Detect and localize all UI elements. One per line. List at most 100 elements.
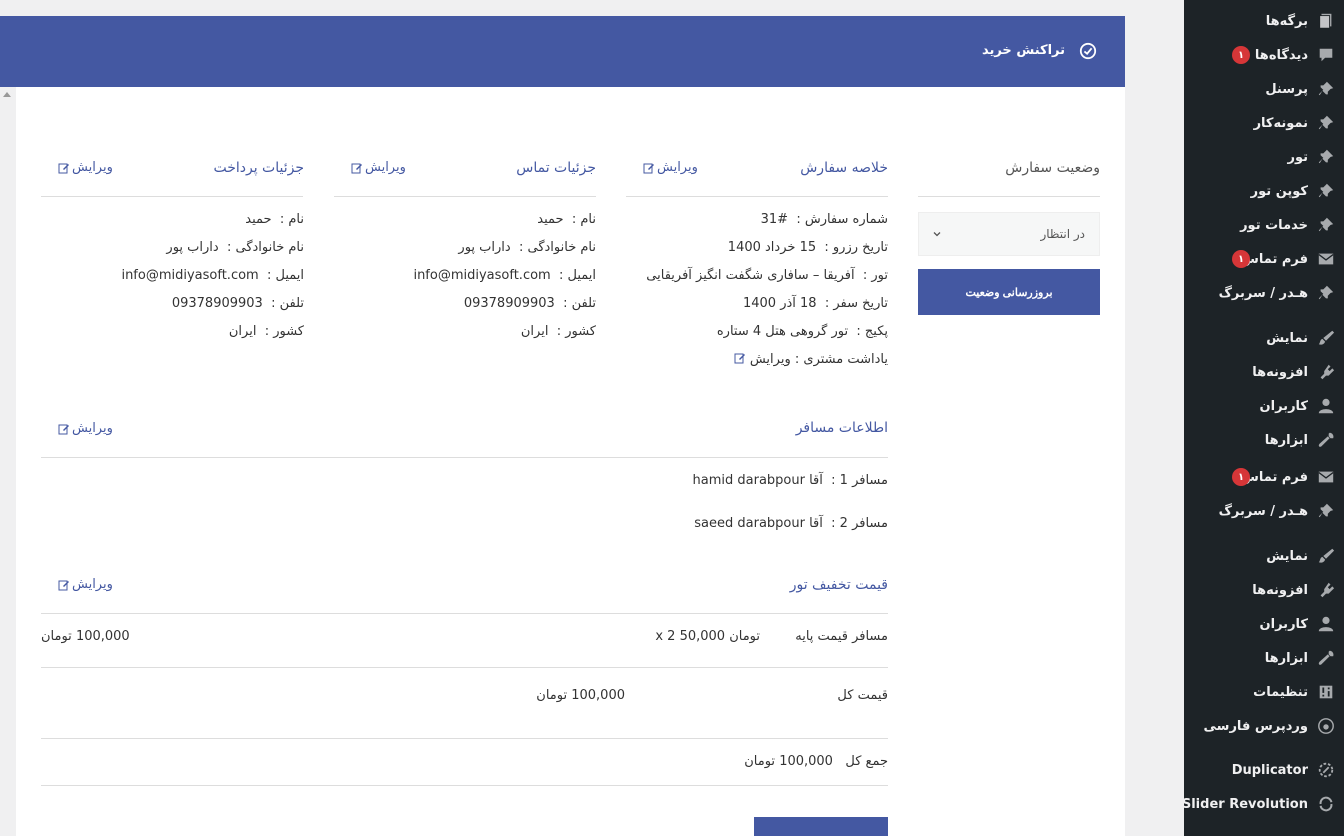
payment-lastname-row: نام خانوادگی : داراب پور (166, 240, 304, 255)
traveler-row: مسافر 2 : آقا saeed darabpour (694, 516, 888, 531)
divider (41, 738, 888, 739)
row-value: info@midiyasoft.com (121, 268, 259, 283)
sidebar-item[interactable]: نمایش (1184, 321, 1344, 355)
sidebar-item[interactable]: خدمات تور (1184, 208, 1344, 242)
sidebar-item[interactable]: افزونه‌ها (1184, 573, 1344, 607)
sidebar-item[interactable]: برگه‌ها (1184, 4, 1344, 38)
payment-country-row: کشور : ایران (229, 324, 304, 339)
sidebar-item-label: افزونه‌ها (1252, 582, 1308, 598)
pin-icon (1316, 283, 1336, 303)
submit-button[interactable] (754, 817, 888, 836)
sidebar-item-label: تور (1287, 149, 1308, 165)
row-label: شماره سفارش : (796, 212, 888, 227)
sidebar-item[interactable]: ابزارها (1184, 423, 1344, 457)
edit-traveler-info-link[interactable]: ویرایش (58, 421, 113, 436)
order-number-row: شماره سفارش : 31# (761, 212, 888, 227)
sidebar-item[interactable]: Slider Revolution (1182, 787, 1344, 821)
divider (626, 196, 888, 197)
page-title: تراکنش خرید (981, 43, 1065, 58)
notification-badge: ۱ (1232, 250, 1250, 268)
wrench-icon (1316, 430, 1336, 450)
sidebar-item[interactable]: کوپن تور (1184, 174, 1344, 208)
tour-row: تور : آفریقا – سافاری شگفت انگیز آفریقای… (646, 268, 888, 283)
row-value: 18 آذر 1400 (742, 296, 817, 311)
pages-icon (1316, 11, 1336, 31)
sidebar-item[interactable]: دیدگاه‌ها ۱ (1184, 38, 1344, 72)
scrollbar-track[interactable] (0, 87, 16, 836)
contact-lastname-row: نام خانوادگی : داراب پور (458, 240, 596, 255)
package-row: پکیج : تور گروهی هتل 4 ستاره (717, 324, 888, 339)
sidebar-item[interactable]: فرم تماس ۱ (1184, 242, 1344, 276)
sidebar-item[interactable]: وردپرس فارسی (1184, 709, 1344, 743)
sidebar-item[interactable]: هـدر / سربرگ (1184, 276, 1344, 310)
sidebar-item[interactable]: افزونه‌ها (1184, 355, 1344, 389)
pin-icon (1316, 501, 1336, 521)
row-value: داراب پور (458, 240, 511, 255)
order-status-select[interactable]: در انتظار (918, 212, 1100, 256)
edit-label: ویرایش (365, 160, 406, 175)
scroll-up-icon[interactable] (3, 92, 11, 97)
edit-order-summary-link[interactable]: ویرایش (643, 160, 698, 175)
chevron-down-icon (933, 232, 941, 237)
pin-icon (1316, 215, 1336, 235)
edit-payment-details-link[interactable]: ویرایش (58, 160, 113, 175)
update-status-button[interactable]: بروزرسانی وضعیت (918, 269, 1100, 315)
content-panel (16, 87, 1125, 836)
sidebar-item[interactable]: نمونه‌کار (1184, 106, 1344, 140)
row-label: مسافر 1 : (831, 473, 888, 488)
sidebar-item-label: هـدر / سربرگ (1218, 285, 1308, 301)
sidebar-item[interactable]: کاربران (1184, 389, 1344, 423)
edit-discount-link[interactable]: ویرایش (58, 577, 113, 592)
row-label: مسافر 2 : (831, 516, 888, 531)
edit-customer-note-link[interactable]: ویرایش (750, 352, 791, 367)
panel-header: تراکنش خرید (0, 16, 1125, 87)
contact-email-row: ایمیل : info@midiyasoft.com (413, 268, 596, 283)
row-value: 15 خرداد 1400 (727, 240, 817, 255)
edit-icon (734, 353, 745, 364)
sidebar-item[interactable]: ابزارها (1184, 641, 1344, 675)
sidebar-item[interactable]: نمایش (1184, 539, 1344, 573)
sidebar-item[interactable]: Duplicator (1184, 753, 1344, 787)
row-value: حمید (537, 212, 564, 227)
sidebar-item[interactable]: پرسنل (1184, 72, 1344, 106)
mail-icon (1316, 249, 1336, 269)
row-label: نام خانوادگی : (226, 240, 304, 255)
pin-icon (1316, 113, 1336, 133)
sidebar-item[interactable]: تنظیمات (1184, 675, 1344, 709)
tour-link[interactable]: آفریقا – سافاری شگفت انگیز آفریقایی (646, 268, 854, 283)
contact-details-title: جزئیات تماس (516, 160, 596, 176)
edit-label: ویرایش (72, 160, 113, 175)
check-circle-icon (1079, 42, 1097, 60)
row-label: ایمیل : (558, 268, 596, 283)
edit-label: ویرایش (657, 160, 698, 175)
sidebar-item-label: هـدر / سربرگ (1218, 503, 1308, 519)
contact-phone-row: تلفن : 09378909903 (464, 296, 596, 311)
wrench-icon (1316, 648, 1336, 668)
edit-label: ویرایش (72, 577, 113, 592)
notification-badge: ۱ (1232, 468, 1250, 486)
sidebar-item[interactable]: فرم تماس ۱ (1184, 460, 1344, 494)
sidebar-item-label: نمایش (1266, 330, 1308, 346)
payment-details-title: جزئیات پرداخت (213, 160, 304, 176)
row-value: آقا saeed darabpour (694, 516, 823, 531)
sidebar-item[interactable]: تور (1184, 140, 1344, 174)
subtotal-label: قیمت کل (837, 688, 888, 703)
divider (334, 196, 596, 197)
row-value: تور گروهی هتل 4 ستاره (716, 324, 849, 339)
comments-icon (1316, 45, 1336, 65)
payment-name-row: نام : حمید (245, 212, 304, 227)
sidebar-item-label: کاربران (1259, 398, 1308, 414)
subtotal-value: 100,000 تومان (536, 688, 625, 703)
sidebar-item[interactable]: هـدر / سربرگ (1184, 494, 1344, 528)
travel-date-row: تاریخ سفر : 18 آذر 1400 (743, 296, 888, 311)
row-label: تلفن : (563, 296, 596, 311)
row-label: نام : (279, 212, 304, 227)
edit-icon (58, 580, 69, 590)
sidebar-item[interactable]: کاربران (1184, 607, 1344, 641)
row-label: تور : (862, 268, 888, 283)
pin-icon (1316, 181, 1336, 201)
row-value: info@midiyasoft.com (413, 268, 551, 283)
edit-contact-details-link[interactable]: ویرایش (351, 160, 406, 175)
customer-note-row: یاداشت مشتری : ویرایش (734, 352, 888, 367)
payment-phone-row: تلفن : 09378909903 (172, 296, 304, 311)
